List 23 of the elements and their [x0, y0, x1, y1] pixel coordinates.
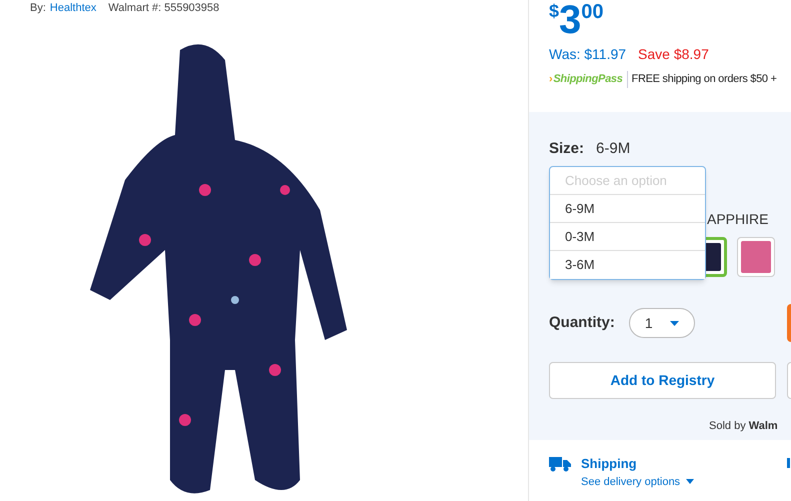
- shipping-pass-logo: ›ShippingPass: [549, 71, 628, 88]
- item-number: Walmart #: 555903958: [108, 1, 220, 16]
- dropdown-option[interactable]: 6-9M: [550, 195, 705, 223]
- dropdown-option[interactable]: 0-3M: [550, 223, 705, 251]
- size-label: Size:: [549, 139, 584, 159]
- shipping-title: Shipping: [581, 455, 638, 473]
- sold-by-text: Sold by Walm: [709, 419, 778, 434]
- caret-icon: [686, 479, 694, 484]
- color-value: APPHIRE: [707, 210, 768, 229]
- color-swatch[interactable]: [737, 237, 775, 277]
- was-price: Was: $11.97: [549, 45, 626, 64]
- caret-icon: [670, 320, 679, 326]
- dropdown-option[interactable]: 3-6M: [550, 251, 705, 279]
- quantity-label: Quantity:: [549, 312, 615, 333]
- size-value: 6-9M: [596, 139, 630, 159]
- quantity-select[interactable]: 1: [628, 308, 695, 338]
- free-shipping-text: FREE shipping on orders $50 +: [630, 72, 777, 87]
- brand-link[interactable]: Healthtex: [50, 0, 96, 16]
- brand-label: By:: [30, 1, 46, 16]
- truck-icon: [549, 456, 571, 472]
- savings: Save $8.97: [638, 45, 709, 64]
- add-to-registry-button[interactable]: Add to Registry: [549, 362, 776, 399]
- delivery-options-link[interactable]: See delivery options: [581, 474, 694, 490]
